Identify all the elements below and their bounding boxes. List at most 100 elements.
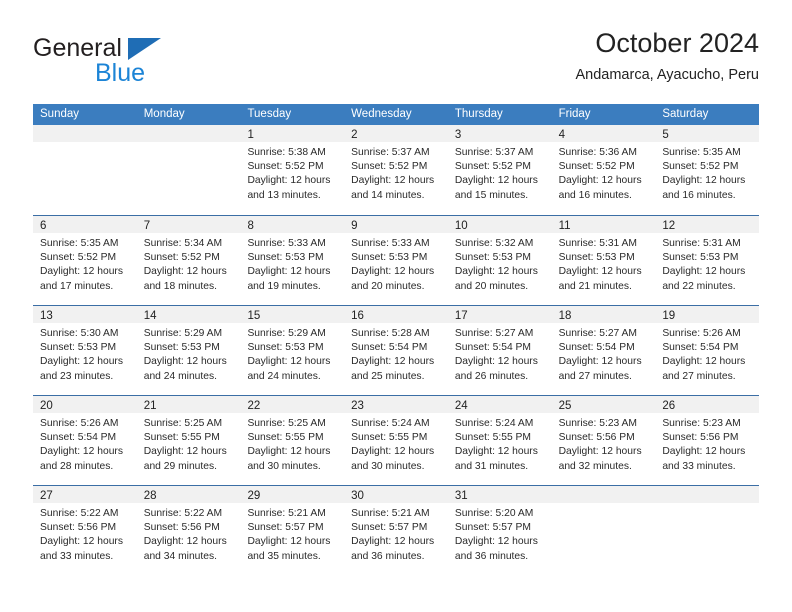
sunset-text: Sunset: 5:52 PM	[247, 161, 324, 173]
calendar-day-cell[interactable]: 25 Sunrise: 5:23 AM Sunset: 5:56 PM Dayligh…	[551, 396, 656, 485]
sunrise-text: Sunrise: 5:22 AM	[143, 508, 223, 519]
calendar-day-cell[interactable]: 23 Sunrise: 5:24 AM Sunset: 5:55 PM Dayligh…	[344, 396, 448, 485]
daylight-text: Daylight: 12 hours	[558, 266, 642, 278]
daylight-text: Daylight: 12 hours	[247, 266, 331, 278]
calendar-day-cell[interactable]: 31 Sunrise: 5:20 AM Sunset: 5:57 PM Dayligh…	[447, 486, 552, 575]
sunset-text: Sunset: 5:55 PM	[351, 432, 428, 444]
day-details: Sunrise: 5:26 AM Sunset: 5:54 PM Daylight:…	[655, 323, 759, 384]
day-number: 17	[454, 310, 468, 322]
calendar-day-cell[interactable]: 16 Sunrise: 5:28 AM Sunset: 5:54 PM Dayligh…	[344, 306, 448, 395]
calendar-day-cell[interactable]: 3 Sunrise: 5:37 AM Sunset: 5:52 PM Daylight…	[447, 125, 552, 215]
calendar-week-row: 27 Sunrise: 5:22 AM Sunset: 5:56 PM Dayligh…	[33, 485, 760, 575]
daylight-text-cont: and 33 minutes.	[40, 550, 114, 562]
daylight-text: Daylight: 12 hours	[351, 536, 435, 548]
calendar-day-cell[interactable]: 10 Sunrise: 5:32 AM Sunset: 5:53 PM Dayligh…	[447, 216, 552, 305]
weekday-header-monday: Monday	[143, 108, 185, 120]
day-number-band: 11	[551, 216, 656, 233]
daylight-text-cont: and 17 minutes.	[40, 280, 114, 292]
sunset-text: Sunset: 5:53 PM	[247, 252, 324, 264]
day-number-band: 9	[344, 216, 448, 233]
sunset-text: Sunset: 5:55 PM	[247, 432, 324, 444]
day-number-band: 20	[33, 396, 137, 413]
sunset-text: Sunset: 5:53 PM	[454, 252, 532, 264]
sunset-text: Sunset: 5:57 PM	[247, 522, 324, 534]
calendar-day-cell[interactable]: 27 Sunrise: 5:22 AM Sunset: 5:56 PM Dayligh…	[33, 486, 137, 575]
weekday-header-row: Sunday Monday Tuesday Wednesday Thursday Frid…	[33, 104, 759, 125]
sunrise-text: Sunrise: 5:35 AM	[40, 238, 119, 249]
sunrise-text: Sunrise: 5:35 AM	[662, 147, 741, 158]
sunset-text: Sunset: 5:55 PM	[143, 432, 220, 444]
calendar-day-cell[interactable]: 28 Sunrise: 5:22 AM Sunset: 5:56 PM Dayligh…	[136, 486, 241, 575]
calendar-day-cell[interactable]: 13 Sunrise: 5:30 AM Sunset: 5:53 PM Dayligh…	[33, 306, 137, 395]
daylight-text-cont: and 24 minutes.	[247, 370, 321, 382]
sunset-text: Sunset: 5:53 PM	[558, 252, 635, 264]
sunset-text: Sunset: 5:56 PM	[143, 522, 220, 534]
daylight-text-cont: and 14 minutes.	[351, 189, 425, 201]
generalblue-logo[interactable]: General Blue	[33, 34, 253, 94]
calendar-day-cell[interactable]: 19 Sunrise: 5:26 AM Sunset: 5:54 PM Dayligh…	[655, 306, 760, 395]
calendar-day-cell[interactable]: 12 Sunrise: 5:31 AM Sunset: 5:53 PM Dayligh…	[655, 216, 760, 305]
calendar-day-cell[interactable]: 20 Sunrise: 5:26 AM Sunset: 5:54 PM Dayligh…	[33, 396, 137, 485]
daylight-text: Daylight: 12 hours	[40, 266, 123, 278]
daylight-text-cont: and 31 minutes.	[454, 460, 529, 472]
weekday-header-sunday: Sunday	[40, 108, 80, 120]
sunset-text: Sunset: 5:52 PM	[558, 161, 635, 173]
calendar-day-cell[interactable]: 22 Sunrise: 5:25 AM Sunset: 5:55 PM Dayligh…	[240, 396, 345, 485]
day-number-band: 23	[344, 396, 448, 413]
calendar-day-cell[interactable]: 2 Sunrise: 5:37 AM Sunset: 5:52 PM Daylight…	[344, 125, 448, 215]
calendar-day-cell[interactable]: 18 Sunrise: 5:27 AM Sunset: 5:54 PM Dayligh…	[551, 306, 656, 395]
calendar-day-cell[interactable]: 8 Sunrise: 5:33 AM Sunset: 5:53 PM Daylight…	[240, 216, 345, 305]
day-number: 5	[662, 129, 669, 141]
daylight-text-cont: and 32 minutes.	[558, 460, 632, 472]
day-details: Sunrise: 5:29 AM Sunset: 5:53 PM Daylight:…	[240, 323, 344, 384]
day-number-band: 28	[136, 486, 241, 503]
calendar-day-cell[interactable]: 7 Sunrise: 5:34 AM Sunset: 5:52 PM Daylight…	[136, 216, 241, 305]
calendar-day-cell[interactable]: 5 Sunrise: 5:35 AM Sunset: 5:52 PM Daylight…	[655, 125, 760, 215]
sunrise-text: Sunrise: 5:25 AM	[143, 418, 223, 429]
day-number-band: 3	[447, 125, 552, 142]
calendar-day-cell[interactable]: 9 Sunrise: 5:33 AM Sunset: 5:53 PM Daylight…	[344, 216, 448, 305]
day-number-band: 14	[136, 306, 241, 323]
daylight-text: Daylight: 12 hours	[351, 356, 435, 368]
day-details: Sunrise: 5:24 AM Sunset: 5:55 PM Daylight:…	[448, 413, 552, 474]
calendar-day-cell[interactable]: 11 Sunrise: 5:31 AM Sunset: 5:53 PM Dayligh…	[551, 216, 656, 305]
day-number-band: 29	[240, 486, 345, 503]
calendar-day-cell[interactable]: 21 Sunrise: 5:25 AM Sunset: 5:55 PM Dayligh…	[136, 396, 241, 485]
calendar-day-cell[interactable]: 30 Sunrise: 5:21 AM Sunset: 5:57 PM Dayligh…	[344, 486, 448, 575]
daylight-text: Daylight: 12 hours	[662, 446, 746, 458]
calendar-day-cell[interactable]: 24 Sunrise: 5:24 AM Sunset: 5:55 PM Dayligh…	[447, 396, 552, 485]
calendar-day-cell[interactable]: 17 Sunrise: 5:27 AM Sunset: 5:54 PM Dayligh…	[447, 306, 552, 395]
day-details: Sunrise: 5:30 AM Sunset: 5:53 PM Daylight:…	[33, 323, 137, 384]
weekday-header-friday: Friday	[558, 108, 591, 120]
day-details: Sunrise: 5:26 AM Sunset: 5:54 PM Daylight:…	[33, 413, 137, 474]
day-number-band: 27	[33, 486, 137, 503]
day-number: 18	[558, 310, 572, 322]
daylight-text: Daylight: 12 hours	[454, 536, 538, 548]
sunrise-text: Sunrise: 5:36 AM	[558, 147, 638, 158]
day-number: 30	[351, 490, 364, 502]
day-details: Sunrise: 5:20 AM Sunset: 5:57 PM Daylight:…	[448, 503, 552, 564]
calendar-day-cell[interactable]: 26 Sunrise: 5:23 AM Sunset: 5:56 PM Dayligh…	[655, 396, 760, 485]
sunset-text: Sunset: 5:53 PM	[247, 342, 324, 354]
day-number-band: 5	[655, 125, 760, 142]
day-number: 7	[143, 220, 151, 232]
day-number: 26	[662, 400, 676, 412]
calendar-day-cell[interactable]: 4 Sunrise: 5:36 AM Sunset: 5:52 PM Daylight…	[551, 125, 656, 215]
sunset-text: Sunset: 5:52 PM	[662, 161, 739, 173]
day-number: 28	[143, 490, 157, 502]
daylight-text: Daylight: 12 hours	[143, 536, 227, 548]
sunset-text: Sunset: 5:52 PM	[351, 161, 428, 173]
calendar-day-cell[interactable]: 29 Sunrise: 5:21 AM Sunset: 5:57 PM Dayligh…	[240, 486, 345, 575]
daylight-text: Daylight: 12 hours	[40, 356, 123, 368]
calendar-day-cell[interactable]: 14 Sunrise: 5:29 AM Sunset: 5:53 PM Dayligh…	[136, 306, 241, 395]
calendar-day-cell[interactable]: 1 Sunrise: 5:38 AM Sunset: 5:52 PM Daylight…	[240, 125, 345, 215]
day-number: 2	[351, 129, 358, 141]
sunset-text: Sunset: 5:53 PM	[662, 252, 739, 264]
sunset-text: Sunset: 5:55 PM	[454, 432, 532, 444]
sunset-text: Sunset: 5:53 PM	[351, 252, 428, 264]
sunrise-text: Sunrise: 5:27 AM	[558, 328, 638, 339]
day-number: 15	[247, 310, 261, 322]
calendar-day-cell[interactable]: 6 Sunrise: 5:35 AM Sunset: 5:52 PM Daylight…	[33, 216, 137, 305]
daylight-text: Daylight: 12 hours	[247, 536, 331, 548]
calendar-day-cell[interactable]: 15 Sunrise: 5:29 AM Sunset: 5:53 PM Dayligh…	[240, 306, 345, 395]
